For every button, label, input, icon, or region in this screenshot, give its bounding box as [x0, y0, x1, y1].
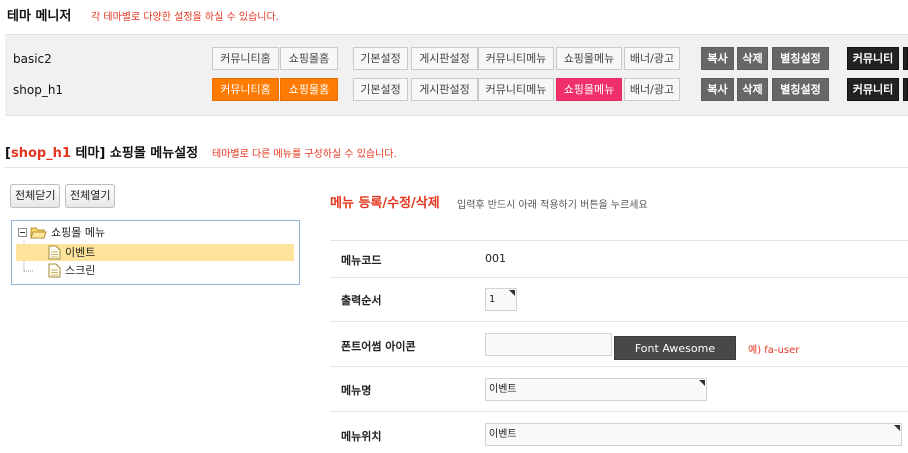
page-description: 각 테마별로 다양한 설정을 하실 수 있습니다. [91, 12, 279, 23]
menu-name-input[interactable]: 이벤트 [485, 378, 707, 401]
icon-hint: 예) fa-user [748, 345, 800, 356]
icon-input[interactable] [485, 333, 612, 356]
form-row-menu-name: 메뉴명 이벤트 [330, 367, 908, 412]
form-row-icon: 폰트어썸 아이콘 Font Awesome 예) fa-user [330, 322, 908, 367]
community-menu-button[interactable]: 커뮤니티메뉴 [478, 78, 554, 101]
resize-corner-icon [894, 425, 900, 431]
basic-settings-button[interactable]: 기본설정 [353, 78, 408, 101]
collapse-all-button[interactable]: 전체닫기 [10, 184, 61, 208]
copy-button[interactable]: 복사 [701, 78, 734, 101]
shop-home-button[interactable]: 쇼핑몰홈 [280, 78, 338, 101]
shop-menu-button[interactable]: 쇼핑몰메뉴 [556, 47, 622, 70]
folder-open-icon [30, 227, 47, 239]
menu-location-input[interactable]: 이벤트 [485, 423, 902, 446]
theme-name: basic2 [13, 52, 52, 66]
delete-button[interactable]: 삭제 [737, 78, 768, 101]
page-title: 테마 메니저 [7, 9, 72, 24]
form-row-menu-location: 메뉴위치 이벤트 [330, 412, 908, 453]
resize-corner-icon [509, 290, 515, 296]
delete-button[interactable]: 삭제 [737, 47, 768, 70]
tree-node-root[interactable]: 쇼핑몰 메뉴 [16, 224, 276, 241]
banner-ad-button[interactable]: 배너/광고 [624, 47, 680, 70]
theme-name: shop_h1 [13, 83, 64, 97]
community-home-button[interactable]: 커뮤니티홈 [212, 78, 279, 101]
apply-shop-button-clipped[interactable] [903, 47, 908, 70]
shop-home-button[interactable]: 쇼핑몰홈 [280, 47, 338, 70]
theme-list-panel: basic2 커뮤니티홈 쇼핑몰홈 기본설정 게시판설정 커뮤니티메뉴 쇼핑몰메… [5, 34, 908, 116]
order-input[interactable]: 1 [485, 288, 517, 311]
theme-row-shop-h1: shop_h1 커뮤니티홈 쇼핑몰홈 기본설정 게시판설정 커뮤니티메뉴 쇼핑몰… [5, 78, 908, 102]
collapse-toggle-icon[interactable] [18, 228, 27, 237]
section-divider [5, 167, 908, 168]
tree-node-label: 스크린 [65, 264, 96, 277]
menu-name-label: 메뉴명 [341, 384, 372, 397]
document-icon [48, 263, 61, 278]
menu-tree: 쇼핑몰 메뉴 이벤트 스크린 [11, 220, 300, 285]
alias-settings-button[interactable]: 별칭설정 [772, 78, 829, 101]
tree-node-label: 이벤트 [65, 246, 96, 259]
resize-corner-icon [699, 380, 705, 386]
form-description: 입력후 반드시 아래 적용하기 버튼을 누르세요 [457, 200, 648, 211]
board-settings-button[interactable]: 게시판설정 [411, 47, 478, 70]
community-menu-button[interactable]: 커뮤니티메뉴 [478, 47, 554, 70]
apply-community-button[interactable]: 커뮤니티 [847, 78, 899, 101]
tree-node-screen[interactable]: 스크린 [16, 262, 276, 279]
form-row-menu-code: 메뉴코드 001 [330, 241, 908, 278]
order-label: 출력순서 [341, 294, 382, 307]
community-home-button[interactable]: 커뮤니티홈 [212, 47, 279, 70]
shop-menu-button-active[interactable]: 쇼핑몰메뉴 [556, 78, 622, 101]
font-awesome-button[interactable]: Font Awesome [614, 336, 736, 360]
tree-node-label: 쇼핑몰 메뉴 [51, 226, 106, 239]
apply-shop-button-clipped[interactable] [903, 78, 908, 101]
expand-all-button[interactable]: 전체열기 [65, 184, 116, 208]
copy-button[interactable]: 복사 [701, 47, 734, 70]
form-row-order: 출력순서 1 [330, 278, 908, 322]
section-theme-suffix: 테마] [70, 146, 106, 161]
form-title: 메뉴 등록/수정/삭제 [330, 196, 440, 211]
apply-community-button[interactable]: 커뮤니티 [847, 47, 899, 70]
menu-code-label: 메뉴코드 [341, 254, 382, 267]
theme-row-basic2: basic2 커뮤니티홈 쇼핑몰홈 기본설정 게시판설정 커뮤니티메뉴 쇼핑몰메… [5, 47, 908, 71]
menu-name-input-value: 이벤트 [489, 384, 517, 395]
board-settings-button[interactable]: 게시판설정 [411, 78, 478, 101]
section-title-text: 쇼핑몰 메뉴설정 [105, 146, 199, 161]
menu-code-value: 001 [485, 252, 506, 265]
menu-location-input-value: 이벤트 [489, 429, 517, 440]
document-icon [48, 245, 61, 260]
banner-ad-button[interactable]: 배너/광고 [624, 78, 680, 101]
basic-settings-button[interactable]: 기본설정 [353, 47, 408, 70]
menu-location-label: 메뉴위치 [341, 430, 382, 443]
tree-node-event-selected[interactable]: 이벤트 [16, 244, 294, 261]
section-description: 테마별로 다른 메뉴를 구성하실 수 있습니다. [212, 149, 397, 160]
section-title: [shop_h1 테마] 쇼핑몰 메뉴설정 [5, 142, 198, 161]
icon-label: 폰트어썸 아이콘 [341, 340, 416, 353]
alias-settings-button[interactable]: 별칭설정 [772, 47, 829, 70]
section-theme-name: shop_h1 [10, 146, 71, 161]
order-input-value: 1 [489, 294, 496, 305]
